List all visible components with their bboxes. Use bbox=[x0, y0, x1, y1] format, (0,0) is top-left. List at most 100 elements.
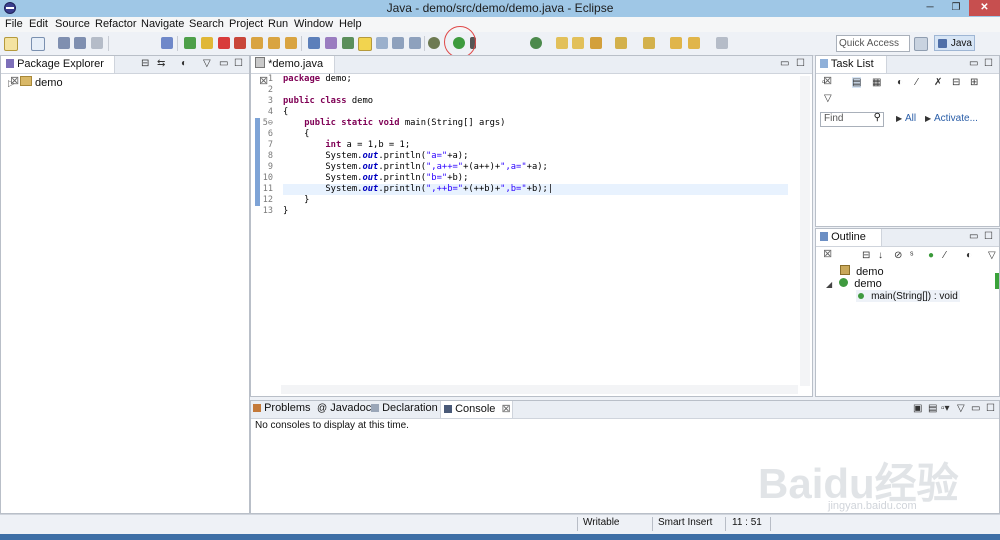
tab-console[interactable]: Console ⊠ bbox=[440, 401, 513, 418]
close-icon[interactable]: ⊠ bbox=[823, 248, 832, 260]
tab-javadoc[interactable]: @ Javadoc bbox=[317, 402, 371, 418]
step-into-icon[interactable] bbox=[251, 37, 263, 49]
maximize-view-icon[interactable]: ☐ bbox=[986, 403, 995, 414]
focus-icon[interactable]: ◐ bbox=[897, 77, 903, 88]
code-line[interactable]: } bbox=[283, 195, 309, 205]
step-over-icon[interactable] bbox=[268, 37, 280, 49]
minimize-view-icon[interactable]: ▭ bbox=[969, 231, 978, 242]
disconnect-icon[interactable] bbox=[234, 37, 246, 49]
save-icon[interactable] bbox=[58, 37, 70, 49]
pin-console-icon[interactable]: ▤ bbox=[928, 403, 937, 414]
menu-refactor[interactable]: Refactor bbox=[95, 17, 137, 32]
close-icon[interactable]: ⊠ bbox=[501, 403, 510, 415]
minimize-button[interactable]: ─ bbox=[917, 0, 943, 16]
new-dropdown-icon[interactable] bbox=[31, 37, 45, 51]
code-line[interactable]: System.out.println(",++b="+(++b)+",b="+b… bbox=[283, 184, 553, 194]
last-edit-location-icon[interactable] bbox=[670, 37, 682, 49]
outline-item-class[interactable]: ◢ demo bbox=[826, 278, 882, 290]
menu-help[interactable]: Help bbox=[339, 17, 362, 32]
back-icon[interactable] bbox=[688, 37, 700, 49]
suspend-icon[interactable] bbox=[201, 37, 213, 49]
open-project-icon[interactable] bbox=[572, 37, 584, 49]
search-icon[interactable]: ⚲ bbox=[874, 112, 881, 123]
hide-fields-icon[interactable]: ⊘ bbox=[894, 250, 902, 261]
minimize-view-icon[interactable]: ▭ bbox=[971, 403, 980, 414]
minimize-view-icon[interactable]: ▭ bbox=[969, 58, 978, 69]
code-line[interactable]: int a = 1,b = 1; bbox=[283, 140, 410, 150]
tree-item-demo-project[interactable]: ▷ demo bbox=[8, 76, 63, 89]
collapse-all-icon[interactable]: ⊟ bbox=[862, 250, 870, 261]
horizontal-scrollbar[interactable] bbox=[281, 385, 798, 394]
code-line[interactable]: System.out.println("b="+b); bbox=[283, 173, 468, 183]
print-icon[interactable] bbox=[91, 37, 103, 49]
menu-project[interactable]: Project bbox=[229, 17, 263, 32]
previous-annotation-icon[interactable] bbox=[643, 37, 655, 49]
maximize-view-icon[interactable]: ☐ bbox=[984, 58, 993, 69]
step-return-icon[interactable] bbox=[285, 37, 297, 49]
tab-problems[interactable]: Problems bbox=[253, 402, 311, 418]
resume-icon[interactable] bbox=[184, 37, 196, 49]
menu-window[interactable]: Window bbox=[294, 17, 333, 32]
tab-outline[interactable]: Outline ⊠ bbox=[816, 229, 882, 260]
menu-run[interactable]: Run bbox=[268, 17, 288, 32]
pilcrow-icon[interactable] bbox=[409, 37, 421, 49]
expand-icon[interactable]: ⊞ bbox=[970, 77, 978, 88]
hide-non-public-icon[interactable]: ● bbox=[928, 250, 934, 261]
view-menu-icon[interactable]: ▽ bbox=[957, 403, 965, 414]
annotation-icon[interactable] bbox=[590, 37, 602, 49]
code-line[interactable]: public static void main(String[] args) bbox=[283, 118, 505, 128]
debug-icon[interactable] bbox=[428, 37, 440, 49]
close-button[interactable]: ✕ bbox=[969, 0, 1000, 16]
tree-collapse-icon[interactable]: ◢ bbox=[826, 280, 832, 289]
skip-breakpoints-icon[interactable] bbox=[161, 37, 173, 49]
code-line[interactable]: package demo; bbox=[283, 74, 352, 84]
open-task-icon[interactable] bbox=[325, 37, 337, 49]
code-line[interactable]: { bbox=[283, 129, 309, 139]
focus-icon[interactable]: ◐ bbox=[181, 58, 187, 69]
open-type-icon[interactable] bbox=[308, 37, 320, 49]
tab-task-list[interactable]: Task List ⊠ bbox=[816, 56, 887, 87]
code-line[interactable]: System.out.println("a="+a); bbox=[283, 151, 468, 161]
outline-item-method[interactable]: main(String[]) : void bbox=[856, 290, 960, 302]
save-all-icon[interactable] bbox=[74, 37, 86, 49]
maximize-view-icon[interactable]: ☐ bbox=[984, 231, 993, 242]
java-perspective-button[interactable]: Java bbox=[934, 35, 975, 51]
search-icon[interactable] bbox=[342, 37, 354, 49]
terminate-icon[interactable] bbox=[218, 37, 230, 49]
tab-demo-java[interactable]: *demo.java ⊠ bbox=[251, 56, 335, 87]
outline-item-package[interactable]: demo bbox=[840, 265, 884, 278]
tab-package-explorer[interactable]: Package Explorer ⊠ bbox=[1, 56, 115, 87]
collapse-all-icon[interactable]: ⊟ bbox=[952, 77, 960, 88]
find-input[interactable]: Find ⚲ bbox=[820, 112, 884, 127]
link-with-editor-icon[interactable]: ⇆ bbox=[157, 58, 165, 69]
open-perspective-icon[interactable] bbox=[914, 37, 928, 51]
code-line[interactable]: { bbox=[283, 107, 288, 117]
show-whitespace-icon[interactable] bbox=[392, 37, 404, 49]
sync-icon[interactable]: ✗ bbox=[934, 77, 942, 88]
forward-icon[interactable] bbox=[716, 37, 728, 49]
new-icon[interactable] bbox=[4, 37, 18, 51]
menu-edit[interactable]: Edit bbox=[29, 17, 48, 32]
open-folder-icon[interactable] bbox=[556, 37, 568, 49]
hide-static-icon[interactable]: ˢ bbox=[910, 250, 913, 261]
view-menu-icon[interactable]: ▽ bbox=[203, 58, 211, 69]
categorized-icon[interactable]: ▤ bbox=[852, 77, 862, 88]
scheduled-icon[interactable]: ▦ bbox=[872, 77, 881, 88]
focus-icon[interactable]: ◐ bbox=[966, 250, 972, 261]
code-line[interactable]: } bbox=[283, 206, 288, 216]
toggle-block-selection-icon[interactable] bbox=[376, 37, 388, 49]
minimize-view-icon[interactable]: ▭ bbox=[219, 58, 228, 69]
maximize-button[interactable]: ❐ bbox=[943, 0, 969, 16]
view-menu-icon[interactable]: ▽ bbox=[988, 250, 996, 261]
new-task-icon[interactable]: ▫ bbox=[822, 77, 826, 88]
all-link[interactable]: All bbox=[905, 113, 916, 124]
quick-access-input[interactable]: Quick Access bbox=[836, 35, 910, 52]
menu-navigate[interactable]: Navigate bbox=[141, 17, 184, 32]
menu-file[interactable]: File bbox=[5, 17, 23, 32]
maximize-view-icon[interactable]: ☐ bbox=[796, 58, 805, 69]
view-menu-icon[interactable]: ▽ bbox=[824, 93, 832, 104]
collapse-all-icon[interactable]: ⊟ bbox=[141, 58, 149, 69]
vertical-scrollbar[interactable] bbox=[800, 76, 810, 386]
next-annotation-icon[interactable] bbox=[615, 37, 627, 49]
run-last-tool-icon[interactable] bbox=[530, 37, 542, 49]
